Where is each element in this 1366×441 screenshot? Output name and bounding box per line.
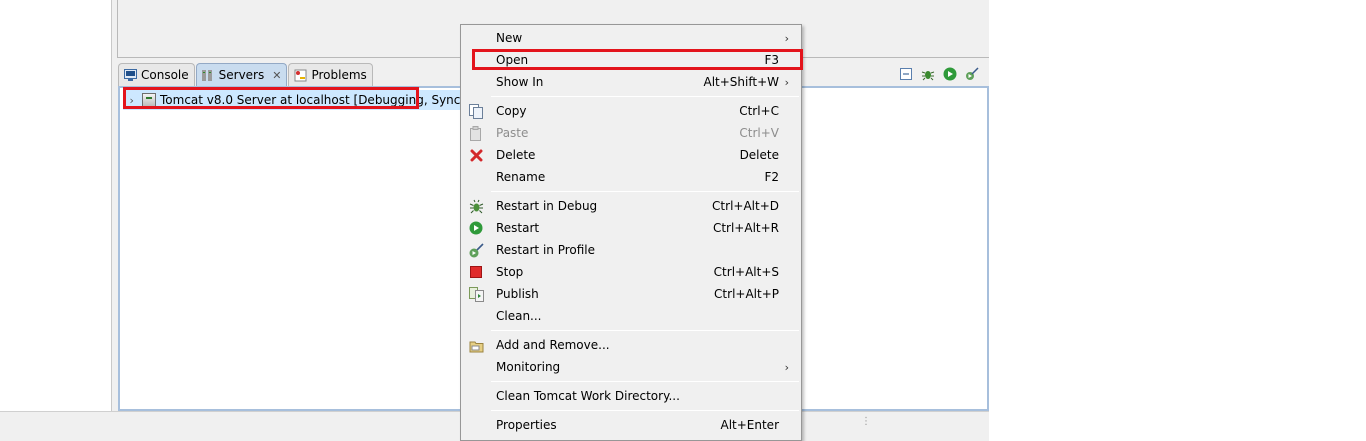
- servers-view-toolbar: [898, 66, 980, 82]
- console-icon: [123, 68, 137, 82]
- menu-separator: [491, 381, 799, 382]
- status-bar-grip: ⋮: [861, 416, 871, 427]
- menu-separator: [491, 410, 799, 411]
- menu-separator: [491, 330, 799, 331]
- left-panel: [0, 0, 112, 411]
- tab-console[interactable]: Console: [118, 63, 195, 86]
- menu-item-clean-tomcat-work-directory[interactable]: Clean Tomcat Work Directory...: [463, 385, 799, 407]
- tab-problems[interactable]: Problems: [288, 63, 373, 86]
- servers-icon: [201, 68, 215, 82]
- menu-item-new[interactable]: New ›: [463, 27, 799, 49]
- run-icon: [468, 220, 484, 236]
- problems-icon: [293, 68, 307, 82]
- submenu-arrow-icon: ›: [784, 75, 789, 89]
- publish-icon: [468, 286, 484, 302]
- menu-item-rename[interactable]: Rename F2: [463, 166, 799, 188]
- menu-separator: [491, 96, 799, 97]
- start-profile-icon[interactable]: [964, 66, 980, 82]
- close-icon[interactable]: ✕: [272, 69, 281, 82]
- start-debug-icon[interactable]: [920, 66, 936, 82]
- menu-item-show-in[interactable]: Show In Alt+Shift+W ›: [463, 71, 799, 93]
- tab-console-label: Console: [141, 68, 189, 82]
- menu-separator: [491, 191, 799, 192]
- tab-problems-label: Problems: [311, 68, 367, 82]
- paste-icon: [468, 125, 484, 141]
- stop-icon: [468, 264, 484, 280]
- tab-servers-label: Servers: [218, 68, 265, 82]
- profile-icon: [468, 242, 484, 258]
- menu-item-copy[interactable]: Copy Ctrl+C: [463, 100, 799, 122]
- menu-item-paste[interactable]: Paste Ctrl+V: [463, 122, 799, 144]
- open-item-highlight: [472, 49, 803, 70]
- delete-icon: [468, 147, 484, 163]
- add-remove-icon: [468, 337, 484, 353]
- start-server-icon[interactable]: [942, 66, 958, 82]
- copy-icon: [468, 103, 484, 119]
- view-tab-strip: Console Servers ✕ Problems: [118, 62, 374, 86]
- eclipse-window: Console Servers ✕ Problems › Tomcat v8.0…: [0, 0, 1366, 441]
- menu-item-restart-in-profile[interactable]: Restart in Profile: [463, 239, 799, 261]
- tab-servers[interactable]: Servers ✕: [195, 63, 288, 86]
- submenu-arrow-icon: ›: [784, 31, 789, 45]
- menu-item-properties[interactable]: Properties Alt+Enter: [463, 414, 799, 436]
- collapse-all-icon[interactable]: [898, 66, 914, 82]
- menu-item-add-and-remove[interactable]: Add and Remove...: [463, 334, 799, 356]
- menu-item-stop[interactable]: Stop Ctrl+Alt+S: [463, 261, 799, 283]
- menu-item-delete[interactable]: Delete Delete: [463, 144, 799, 166]
- menu-item-clean[interactable]: Clean...: [463, 305, 799, 327]
- menu-item-restart[interactable]: Restart Ctrl+Alt+R: [463, 217, 799, 239]
- context-menu: New › Open F3 Show In Alt+Shift+W › Copy…: [460, 24, 802, 441]
- debug-bug-icon: [468, 198, 484, 214]
- menu-item-monitoring[interactable]: Monitoring ›: [463, 356, 799, 378]
- menu-item-restart-in-debug[interactable]: Restart in Debug Ctrl+Alt+D: [463, 195, 799, 217]
- submenu-arrow-icon: ›: [784, 360, 789, 374]
- menu-item-publish[interactable]: Publish Ctrl+Alt+P: [463, 283, 799, 305]
- server-row-highlight: [123, 87, 419, 109]
